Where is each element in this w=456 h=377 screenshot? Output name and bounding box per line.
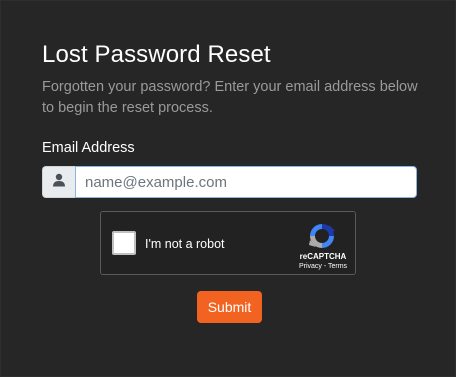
- submit-button[interactable]: Submit: [197, 291, 262, 323]
- reset-panel: Lost Password Reset Forgotten your passw…: [0, 0, 456, 377]
- recaptcha-checkbox[interactable]: [112, 231, 136, 255]
- recaptcha-widget: I'm not a robot reCAPTCHA Privacy - Term…: [100, 211, 356, 275]
- recaptcha-logo-icon: [307, 221, 337, 251]
- recaptcha-links: Privacy - Terms: [289, 263, 357, 270]
- email-input[interactable]: [75, 166, 417, 198]
- email-label: Email Address: [42, 140, 135, 156]
- recaptcha-brand: reCAPTCHA: [299, 252, 347, 261]
- recaptcha-label: I'm not a robot: [145, 237, 225, 251]
- page-title: Lost Password Reset: [42, 41, 271, 68]
- recaptcha-terms-link[interactable]: Terms: [328, 263, 347, 270]
- recaptcha-privacy-link[interactable]: Privacy: [299, 263, 322, 270]
- email-input-group: [42, 166, 417, 198]
- page-description: Forgotten your password? Enter your emai…: [42, 79, 418, 116]
- email-addon: [42, 166, 75, 198]
- user-icon: [52, 173, 66, 192]
